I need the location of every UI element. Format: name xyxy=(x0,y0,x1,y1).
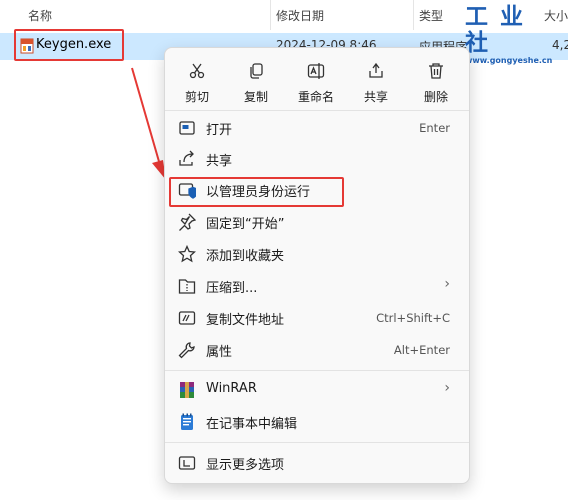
watermark-url: www.gongyeshe.cn xyxy=(465,56,553,65)
watermark-logo: 工业社 www.gongyeshe.cn xyxy=(463,4,567,66)
menu-item-label: WinRAR xyxy=(206,381,257,396)
rename-icon xyxy=(307,63,325,79)
menu-item-add-to-favorites[interactable]: 添加到收藏夹 xyxy=(170,239,464,269)
menu-item-show-more-options[interactable]: 显示更多选项 xyxy=(170,448,464,478)
menu-item-label: 压缩到... xyxy=(206,281,258,296)
copy-button[interactable]: 复制 xyxy=(227,56,285,104)
copy-icon xyxy=(250,63,263,79)
winrar-icon xyxy=(180,382,194,398)
menu-item-label: 打开 xyxy=(206,123,233,138)
cut-label: 剪切 xyxy=(184,90,209,104)
chevron-right-icon: › xyxy=(444,380,450,396)
chevron-right-icon: › xyxy=(444,276,450,292)
menu-item-properties[interactable]: 属性 Alt+Enter xyxy=(170,335,464,365)
menu-item-copy-path[interactable]: 复制文件地址 Ctrl+Shift+C xyxy=(170,303,464,333)
menu-item-label: 共享 xyxy=(206,154,233,169)
trash-icon xyxy=(429,63,443,79)
menu-item-open[interactable]: 打开 Enter xyxy=(170,113,464,143)
menu-item-winrar[interactable]: WinRAR › xyxy=(170,375,464,405)
menu-divider xyxy=(165,442,469,443)
watermark-chars: 工业社 xyxy=(465,3,535,56)
menu-divider xyxy=(165,370,469,371)
delete-button[interactable]: 删除 xyxy=(407,56,465,104)
menu-item-label: 在记事本中编辑 xyxy=(206,417,298,432)
shortcut-label: Alt+Enter xyxy=(393,343,450,357)
sort-indicator-icon: ^ xyxy=(140,0,150,7)
menu-item-label: 属性 xyxy=(206,345,233,360)
run-as-admin-highlight-box xyxy=(169,177,344,207)
column-divider[interactable] xyxy=(270,0,271,30)
menu-item-edit-in-notepad[interactable]: 在记事本中编辑 xyxy=(170,407,464,437)
file-highlight-box xyxy=(14,29,124,61)
cut-button[interactable]: 剪切 xyxy=(168,56,226,104)
notepad-icon xyxy=(181,413,193,430)
rename-label: 重命名 xyxy=(297,90,334,104)
share-button[interactable]: 共享 xyxy=(347,56,405,104)
menu-item-pin-to-start[interactable]: 固定到“开始” xyxy=(170,207,464,237)
column-name[interactable]: 名称 xyxy=(28,7,52,24)
menu-item-compress-to[interactable]: 压缩到... › xyxy=(170,271,464,301)
pin-icon xyxy=(179,213,196,231)
menu-item-label: 固定到“开始” xyxy=(206,217,285,232)
wrench-icon xyxy=(178,342,195,359)
zip-icon xyxy=(178,279,196,294)
menu-item-share[interactable]: 共享 xyxy=(170,144,464,174)
context-menu: 剪切 复制 重命名 共享 删除 打开 Enter 共享 以管理员身份运行 固定到… xyxy=(164,47,470,484)
copy-path-icon xyxy=(178,311,196,325)
column-divider[interactable] xyxy=(413,0,414,30)
shortcut-label: Ctrl+Shift+C xyxy=(376,311,450,325)
menu-item-label: 显示更多选项 xyxy=(206,458,285,473)
copy-label: 复制 xyxy=(243,90,268,104)
menu-item-label: 添加到收藏夹 xyxy=(206,249,285,264)
share-icon xyxy=(179,150,194,166)
menu-item-label: 复制文件地址 xyxy=(206,313,285,328)
more-options-icon xyxy=(178,456,196,470)
shortcut-label: Enter xyxy=(419,121,450,135)
star-icon xyxy=(178,245,196,263)
scissors-icon xyxy=(189,63,205,79)
share-label: 共享 xyxy=(363,90,388,104)
column-modified[interactable]: 修改日期 xyxy=(276,7,324,24)
menu-divider xyxy=(165,110,469,111)
delete-label: 删除 xyxy=(423,90,448,104)
open-icon xyxy=(179,121,195,135)
column-type[interactable]: 类型 xyxy=(419,7,443,24)
share-icon xyxy=(369,62,383,78)
rename-button[interactable]: 重命名 xyxy=(287,56,345,104)
